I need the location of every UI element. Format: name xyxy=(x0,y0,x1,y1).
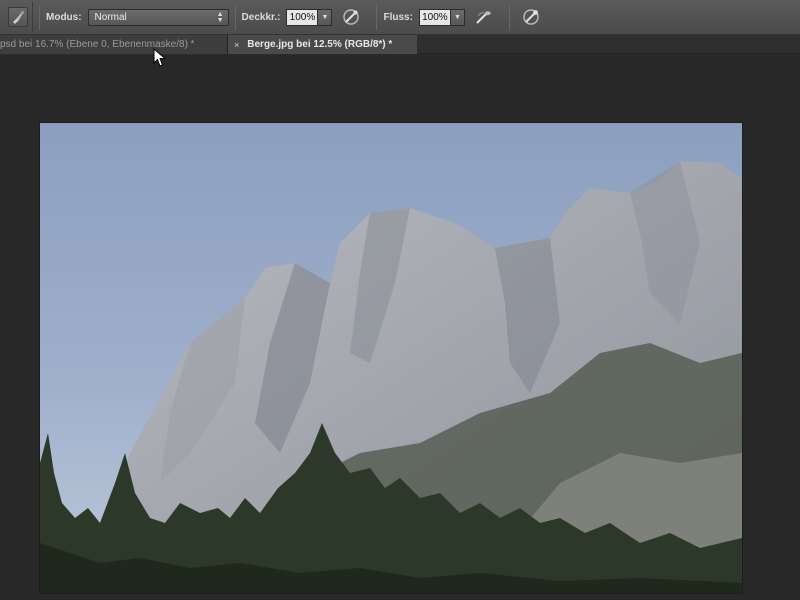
canvas-workspace[interactable] xyxy=(0,55,800,600)
document-tab-bar: psd bei 16.7% (Ebene 0, Ebenenmaske/8) *… xyxy=(0,35,800,54)
opacity-slider-toggle[interactable]: ▼ xyxy=(318,8,333,26)
close-icon[interactable]: × xyxy=(234,40,239,50)
opacity-label: Deckkr.: xyxy=(241,11,281,23)
tool-preset-picker[interactable] xyxy=(3,2,33,32)
separator xyxy=(39,4,40,30)
pressure-size-button[interactable] xyxy=(520,6,542,28)
opacity-input[interactable]: 100% xyxy=(286,8,319,26)
mountain-photo xyxy=(40,123,742,593)
chevron-down-icon: ▼ xyxy=(321,13,329,21)
mode-label: Modus: xyxy=(46,11,82,23)
separator xyxy=(234,4,236,30)
options-bar: Modus: Normal ▲ ▼ Deckkr.: 100% ▼ Fluss: … xyxy=(0,0,800,35)
tab-document-psd[interactable]: psd bei 16.7% (Ebene 0, Ebenenmaske/8) * xyxy=(0,35,228,54)
airbrush-button[interactable] xyxy=(473,6,495,28)
chevron-down-icon: ▼ xyxy=(453,13,461,21)
flow-input[interactable]: 100% xyxy=(418,8,451,26)
mouse-pointer-icon xyxy=(153,48,167,67)
tab-document-berge[interactable]: × Berge.jpg bei 12.5% (RGB/8*) * xyxy=(228,35,417,54)
separator xyxy=(376,4,378,30)
brush-preset-icon xyxy=(7,7,28,27)
document-canvas[interactable] xyxy=(40,123,742,593)
mode-value: Normal xyxy=(94,11,127,23)
airbrush-icon xyxy=(476,11,491,24)
flow-slider-toggle[interactable]: ▼ xyxy=(450,8,465,26)
updown-icon: ▲ ▼ xyxy=(216,10,224,24)
separator xyxy=(508,4,510,30)
flow-label: Fluss: xyxy=(383,11,413,23)
pressure-opacity-icon xyxy=(343,9,360,25)
mode-select[interactable]: Normal ▲ ▼ xyxy=(87,8,229,26)
pressure-size-icon xyxy=(523,9,539,25)
pressure-opacity-button[interactable] xyxy=(340,6,362,28)
tab-label: Berge.jpg bei 12.5% (RGB/8*) * xyxy=(247,39,393,50)
